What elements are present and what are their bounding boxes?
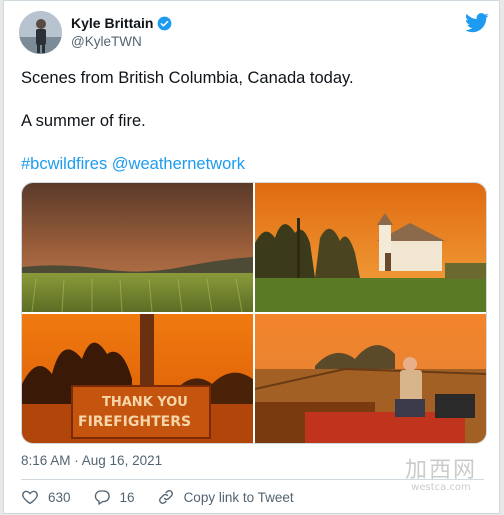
- tweet-tags: #bcwildfires @weathernetwork: [21, 153, 481, 175]
- verified-badge-icon: [157, 16, 172, 31]
- photo-church[interactable]: [255, 183, 486, 312]
- mention-weathernetwork[interactable]: @weathernetwork: [112, 155, 245, 173]
- link-icon: [158, 490, 173, 504]
- tweet-line-2: A summer of fire.: [21, 112, 146, 130]
- watermark-en: westca.com: [411, 482, 471, 493]
- photo-smoky-field[interactable]: [22, 183, 253, 312]
- tweet-card: Kyle Brittain @KyleTWN Scenes from Briti…: [3, 0, 500, 514]
- photo-thank-you-sign[interactable]: THANK YOU FIREFIGHTERS: [22, 314, 253, 443]
- media-grid: THANK YOU FIREFIGHTERS: [21, 182, 487, 444]
- author-block: Kyle Brittain @KyleTWN: [71, 15, 172, 49]
- site-watermark: 加西网 westca.com: [405, 452, 477, 493]
- sign-text-line-2: FIREFIGHTERS: [78, 414, 191, 430]
- photo-tractor[interactable]: [255, 314, 486, 443]
- tweet-header: Kyle Brittain @KyleTWN: [19, 11, 489, 55]
- copy-link-label: Copy link to Tweet: [183, 489, 294, 505]
- tweet-actions: 630 16 Copy link to Tweet: [21, 488, 316, 506]
- copy-link-button[interactable]: Copy link to Tweet: [157, 488, 294, 506]
- reply-bubble-icon: [94, 490, 110, 505]
- hashtag-bcwildfires[interactable]: #bcwildfires: [21, 155, 107, 173]
- heart-icon: [22, 490, 38, 505]
- reply-count: 16: [119, 489, 135, 505]
- sign-text-line-1: THANK YOU: [102, 395, 188, 410]
- tweet-timestamp[interactable]: 8:16 AM · Aug 16, 2021: [21, 453, 162, 468]
- tweet-text: Scenes from British Columbia, Canada tod…: [21, 67, 481, 196]
- watermark-cn: 加西网: [404, 458, 477, 483]
- like-button[interactable]: 630: [21, 488, 71, 506]
- reply-button[interactable]: 16: [93, 488, 135, 506]
- author-handle[interactable]: @KyleTWN: [71, 34, 172, 49]
- like-count: 630: [48, 489, 71, 505]
- tweet-line-1: Scenes from British Columbia, Canada tod…: [21, 69, 354, 87]
- avatar[interactable]: [19, 11, 62, 54]
- twitter-bird-icon[interactable]: [465, 13, 489, 33]
- author-name[interactable]: Kyle Brittain: [71, 15, 153, 31]
